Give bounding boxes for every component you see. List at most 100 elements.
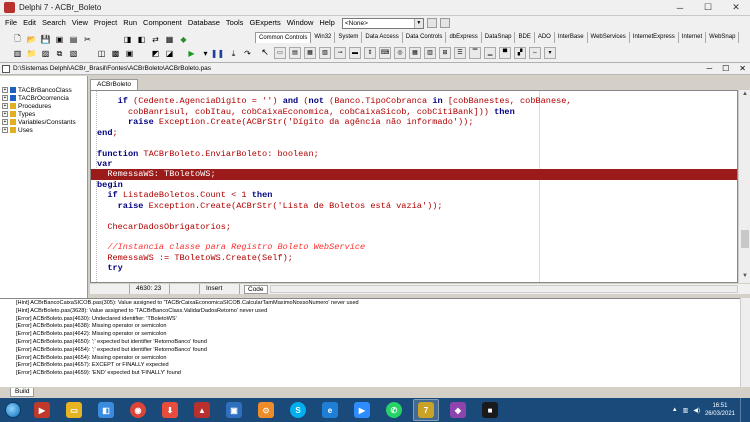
clock[interactable]: 16:51 26/03/2021 <box>705 402 735 418</box>
expand-icon[interactable]: + <box>2 111 8 117</box>
expand-icon[interactable]: + <box>2 127 8 133</box>
updown-icon[interactable]: ⇕ <box>364 46 376 59</box>
code-view-tab[interactable]: Code <box>244 284 268 294</box>
menu-run[interactable]: Run <box>120 16 140 30</box>
open-project-icon[interactable]: ▤ <box>68 34 79 45</box>
open-icon[interactable]: 📂 <box>26 34 37 45</box>
palette-tab-data-access[interactable]: Data Access <box>362 32 403 43</box>
messages-scrollbar[interactable] <box>740 298 750 387</box>
taskbar-app[interactable]: S <box>285 399 311 421</box>
message-line[interactable]: [Error] ACBrBoleto.pas(4654): ';' expect… <box>16 347 740 355</box>
save-file-icon[interactable]: ▨ <box>40 48 51 59</box>
message-line[interactable]: [Error] ACBrBoleto.pas(4630): Undeclared… <box>16 316 740 324</box>
palette-tab-datasnap[interactable]: DataSnap <box>482 32 516 43</box>
run-icon[interactable]: ▶ <box>186 48 197 59</box>
toolbar-icon[interactable]: ▀ <box>499 46 511 59</box>
expand-icon[interactable]: + <box>2 87 8 93</box>
hotkey-icon[interactable]: ⌨ <box>379 46 391 59</box>
save-icon[interactable]: 💾 <box>40 34 51 45</box>
taskbar-app[interactable]: ◉ <box>125 399 151 421</box>
network-icon[interactable]: ▥ <box>683 407 689 414</box>
new-icon[interactable]: 🗋 <box>12 34 23 45</box>
taskbar-app[interactable]: e <box>317 399 343 421</box>
taskbar-app[interactable]: ✆ <box>381 399 407 421</box>
show-desktop-button[interactable] <box>740 398 746 422</box>
coolbar-icon[interactable]: ▞ <box>514 46 526 59</box>
explorer-item[interactable]: + TACBrOcorrencia <box>0 94 87 102</box>
menu-tools[interactable]: Tools <box>223 16 247 30</box>
save-all-icon[interactable]: ▣ <box>54 34 65 45</box>
palette-tab-win32[interactable]: Win32 <box>311 32 336 43</box>
imagelist-icon[interactable]: ▦ <box>304 46 316 59</box>
palette-tab-bde[interactable]: BDE <box>515 32 535 43</box>
view-form-icon[interactable]: ◧ <box>136 34 147 45</box>
show-hidden-icons-icon[interactable]: ▲ <box>672 407 678 413</box>
trackbar-icon[interactable]: ⊸ <box>334 46 346 59</box>
expand-icon[interactable]: + <box>2 95 8 101</box>
taskbar-app[interactable]: ⬇ <box>157 399 183 421</box>
open-folder-icon[interactable]: 📁 <box>26 48 37 59</box>
explorer-item[interactable]: + Uses <box>0 126 87 134</box>
palette-tab-data-controls[interactable]: Data Controls <box>403 32 447 43</box>
palette-tab-internet[interactable]: Internet <box>679 32 707 43</box>
project-manager-icon[interactable]: ◪ <box>164 48 175 59</box>
remove-file-icon[interactable]: ✂ <box>82 34 93 45</box>
editor-horizontal-scrollbar[interactable] <box>270 285 738 293</box>
richedit-icon[interactable]: ▧ <box>319 46 331 59</box>
toggle-form-unit-icon[interactable]: ⇄ <box>150 34 161 45</box>
explorer-item[interactable]: + Variables/Constants <box>0 118 87 126</box>
comboboxex-icon[interactable]: ▾ <box>544 46 556 59</box>
run-dropdown-icon[interactable]: ▾ <box>200 48 211 59</box>
treeview-icon[interactable]: ⊞ <box>439 46 451 59</box>
forms-icon[interactable]: ▣ <box>124 48 135 59</box>
taskbar-app[interactable]: ▶ <box>29 399 55 421</box>
desktop-combo[interactable]: <None> ▼ <box>341 17 424 29</box>
menu-window[interactable]: Window <box>284 16 317 30</box>
debug-desktop-icon[interactable] <box>439 18 450 28</box>
message-line[interactable]: [Error] ACBrBoleto.pas(4638): Missing op… <box>16 323 740 331</box>
palette-tab-interbase[interactable]: InterBase <box>555 32 588 43</box>
taskbar-app[interactable]: ▲ <box>189 399 215 421</box>
units-icon[interactable]: ▩ <box>110 48 121 59</box>
menu-project[interactable]: Project <box>91 16 120 30</box>
pause-icon[interactable]: ❚❚ <box>211 48 224 59</box>
palette-tab-internetexpress[interactable]: InternetExpress <box>630 32 679 43</box>
step-over-icon[interactable]: ↷ <box>242 48 253 59</box>
tabcontrol-icon[interactable]: ▭ <box>274 46 286 59</box>
monthcalendar-icon[interactable]: ▥ <box>424 46 436 59</box>
start-button[interactable] <box>0 398 26 422</box>
palette-tab-dbexpress[interactable]: dbExpress <box>446 32 482 43</box>
taskbar-app[interactable]: ▭ <box>61 399 87 421</box>
paste-icon[interactable]: ▧ <box>68 48 79 59</box>
explorer-item[interactable]: + TACBrBancoClass <box>0 86 87 94</box>
listview-icon[interactable]: ☰ <box>454 46 466 59</box>
taskbar-app[interactable]: ◆ <box>445 399 471 421</box>
scroll-down-icon[interactable]: ▼ <box>741 273 749 281</box>
headercontrol-icon[interactable]: ▔ <box>469 46 481 59</box>
taskbar-app[interactable]: ◧ <box>93 399 119 421</box>
view-unit-icon[interactable]: ◨ <box>122 34 133 45</box>
taskbar-app[interactable]: ▣ <box>221 399 247 421</box>
taskbar-app[interactable]: ⊙ <box>253 399 279 421</box>
cpu-icon[interactable]: ◆ <box>178 34 189 45</box>
palette-tab-websnap[interactable]: WebSnap <box>706 32 740 43</box>
palette-tab-ado[interactable]: ADO <box>535 32 555 43</box>
statusbar-icon[interactable]: ▁ <box>484 46 496 59</box>
datetimepicker-icon[interactable]: ▦ <box>409 46 421 59</box>
pagecontrol-icon[interactable]: ▤ <box>289 46 301 59</box>
message-line[interactable]: [Hint] ACBrBancoCaixaSICOB.pas(305): Val… <box>16 300 740 308</box>
volume-icon[interactable]: ◀) <box>693 407 700 414</box>
editor-vertical-scrollbar[interactable]: ▲ ▼ <box>738 90 750 283</box>
new-form-icon[interactable]: ▦ <box>164 34 175 45</box>
menu-gexperts[interactable]: GExperts <box>246 16 283 30</box>
taskbar-app[interactable]: ▶ <box>349 399 375 421</box>
editor-tab[interactable]: ACBrBoleto <box>90 79 138 90</box>
menu-view[interactable]: View <box>69 16 91 30</box>
editor-minimize-button[interactable]: ─ <box>706 64 712 73</box>
message-line[interactable]: [Error] ACBrBoleto.pas(4642): Missing op… <box>16 331 740 339</box>
menu-edit[interactable]: Edit <box>20 16 39 30</box>
animate-icon[interactable]: ◎ <box>394 46 406 59</box>
close-button[interactable]: ✕ <box>722 0 750 16</box>
progressbar-icon[interactable]: ▬ <box>349 46 361 59</box>
scroll-thumb[interactable] <box>741 230 749 248</box>
